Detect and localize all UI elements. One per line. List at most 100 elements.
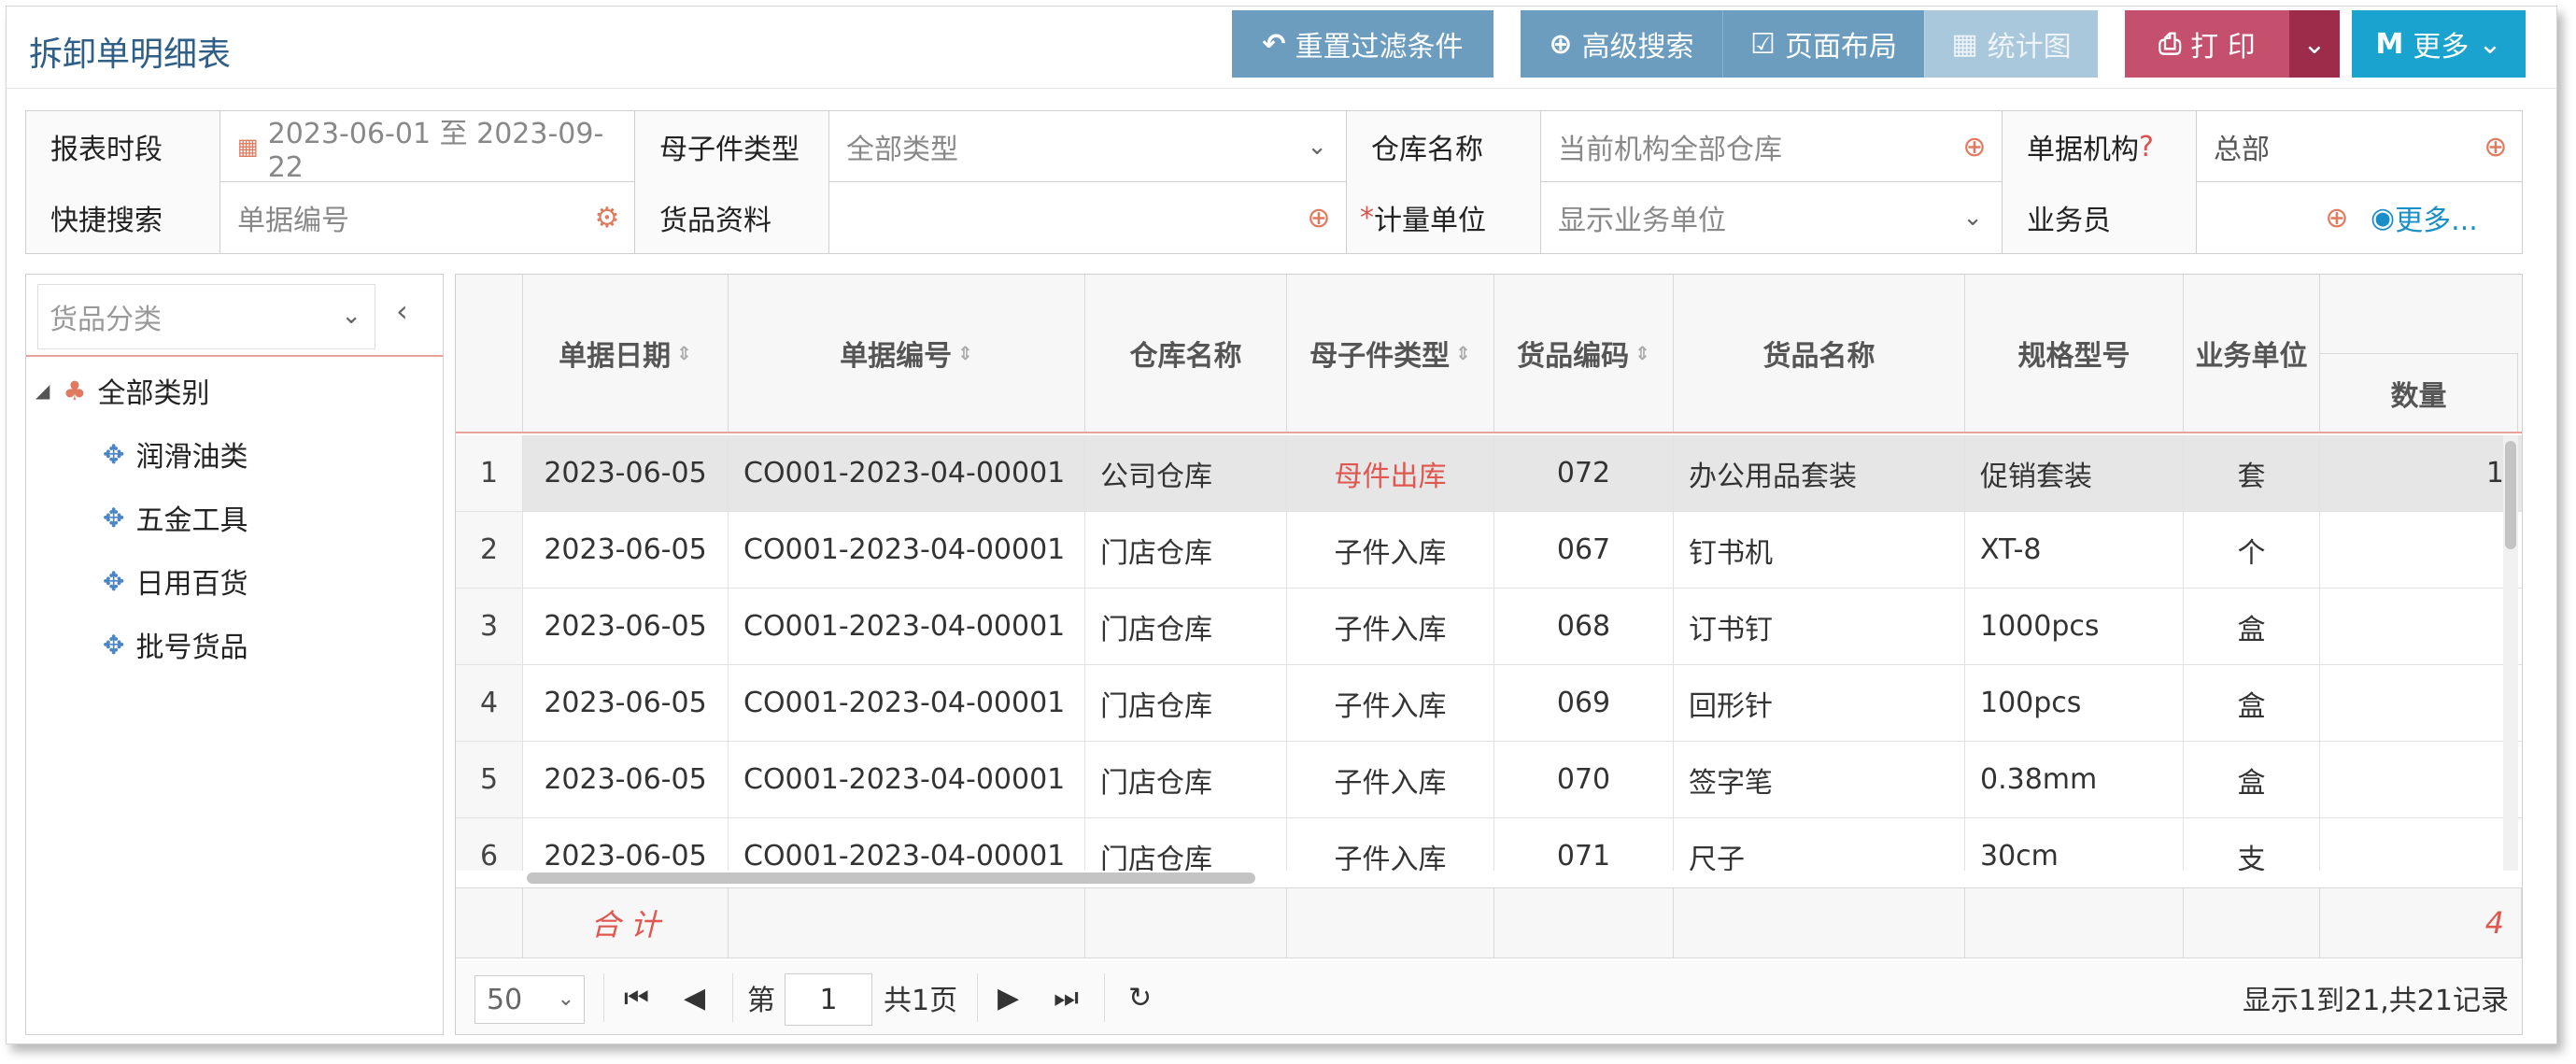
org-search-icon[interactable]: ⊕ (2468, 111, 2524, 182)
chevron-down-icon: ⌄ (1307, 133, 1327, 161)
gears-icon[interactable]: ⚙ (579, 182, 635, 253)
reset-filters-button[interactable]: ↶ 重置过滤条件 (1232, 10, 1493, 78)
warehouse-search-icon[interactable]: ⊕ (1946, 111, 2003, 182)
cell-pc-type: 子件入库 (1287, 665, 1494, 741)
cell-goods-name: 签字笔 (1674, 742, 1965, 817)
more-button[interactable]: M 更多 ⌄ (2352, 10, 2526, 78)
more-filters-link[interactable]: ◉ 更多... (2371, 182, 2520, 253)
advanced-search-button[interactable]: ⊕ 高级搜索 (1521, 10, 1722, 78)
grid-icon: ▦ (1951, 27, 1978, 61)
cell-warehouse: 门店仓库 (1085, 742, 1287, 817)
table-row[interactable]: 2 2023-06-05 CO001-2023-04-00001 门店仓库 子件… (456, 512, 2522, 589)
filter-row-2: 快捷搜索 单据编号 ⚙ 货品资料 ⊕ *计量单位 显示业务单位 ⌄ 业务员 ⊕ (26, 182, 2522, 253)
horizontal-scroll-thumb[interactable] (527, 872, 1255, 884)
print-dropdown-button[interactable]: ⌄ (2289, 10, 2340, 78)
cell-doc-no[interactable]: CO001-2023-04-00001 (729, 818, 1085, 871)
salesperson-search-icon[interactable]: ⊕ (2309, 182, 2365, 253)
refresh-icon[interactable]: ↻ (1128, 960, 1152, 1034)
page-prefix: 第 (747, 985, 775, 1017)
header-unit[interactable]: 业务单位 (2184, 275, 2320, 432)
tree-expanded-icon[interactable]: ◢ (35, 379, 50, 402)
vertical-scrollbar[interactable] (2503, 435, 2518, 871)
header-goods-name-label: 货品名称 (1762, 340, 1875, 373)
header-goods-code[interactable]: 货品编码 ⇕ (1494, 275, 1674, 432)
cell-pc-type: 子件入库 (1287, 589, 1494, 664)
tree-root[interactable]: ◢ ♣ 全部类别 (35, 362, 210, 419)
table-row[interactable]: 1 2023-06-05 CO001-2023-04-00001 公司仓库 母件… (456, 435, 2522, 512)
node-icon: ✥ (103, 438, 125, 470)
horizontal-scrollbar[interactable] (527, 871, 2049, 886)
tree-item[interactable]: ✥ 五金工具 (103, 489, 248, 546)
header-date-label: 单据日期 (559, 340, 672, 373)
reset-filters-label: 重置过滤条件 (1295, 31, 1464, 64)
totals-qty: 4 (2320, 888, 2522, 958)
page-number-input[interactable]: 1 (785, 973, 872, 1026)
table-row[interactable]: 3 2023-06-05 CO001-2023-04-00001 门店仓库 子件… (456, 589, 2522, 665)
table-row[interactable]: 4 2023-06-05 CO001-2023-04-00001 门店仓库 子件… (456, 665, 2522, 742)
header-doc-no[interactable]: 单据编号 ⇕ (729, 275, 1085, 432)
filter-panel: 报表时段 ▦ 2023-06-01 至 2023-09-22 母子件类型 全部类… (25, 110, 2523, 254)
warehouse-label: 仓库名称 (1347, 111, 1541, 182)
quick-search-input[interactable]: 单据编号 (220, 182, 635, 253)
cell-pc-type: 子件入库 (1287, 512, 1494, 588)
tree-item[interactable]: ✥ 润滑油类 (103, 426, 248, 482)
header-pc-type[interactable]: 母子件类型 ⇕ (1287, 275, 1494, 432)
cell-doc-no[interactable]: CO001-2023-04-00001 (729, 589, 1085, 664)
header-unit-label: 业务单位 (2195, 340, 2308, 373)
table-row[interactable]: 5 2023-06-05 CO001-2023-04-00001 门店仓库 子件… (456, 742, 2522, 818)
grid-body: 1 2023-06-05 CO001-2023-04-00001 公司仓库 母件… (456, 435, 2522, 871)
row-number: 1 (456, 435, 523, 511)
unit-select[interactable]: 显示业务单位 ⌄ (1541, 182, 2003, 253)
undo-icon: ↶ (1262, 27, 1286, 61)
vertical-scroll-thumb[interactable] (2505, 441, 2516, 549)
warehouse-placeholder: 当前机构全部仓库 (1558, 134, 1782, 166)
quick-search-placeholder: 单据编号 (237, 205, 349, 237)
tree-item[interactable]: ✥ 批号货品 (103, 617, 248, 673)
calendar-icon: ▦ (237, 134, 259, 160)
cell-doc-no[interactable]: CO001-2023-04-00001 (729, 742, 1085, 817)
header-goods-name[interactable]: 货品名称 (1674, 275, 1965, 432)
page-layout-button[interactable]: ☑ 页面布局 (1722, 10, 1924, 78)
category-select[interactable]: 货品分类 ⌄ (37, 284, 375, 349)
sitemap-icon: ♣ (63, 375, 87, 406)
cell-warehouse: 门店仓库 (1085, 512, 1287, 588)
header-qty[interactable]: 数量 (2320, 353, 2518, 432)
last-page-icon[interactable]: ⏭ (1054, 960, 1079, 1034)
cell-warehouse: 门店仓库 (1085, 589, 1287, 664)
filter-row-1: 报表时段 ▦ 2023-06-01 至 2023-09-22 母子件类型 全部类… (26, 111, 2524, 184)
cell-goods-code: 070 (1494, 742, 1674, 817)
prev-page-icon[interactable]: ◀ (684, 960, 705, 1034)
cell-goods-name: 钉书机 (1674, 512, 1965, 588)
statistics-chart-button[interactable]: ▦ 统计图 (1924, 10, 2098, 78)
header-date[interactable]: 单据日期 ⇕ (523, 275, 729, 432)
goods-field[interactable] (829, 182, 1347, 253)
totals-cell (1085, 888, 1287, 958)
help-mark[interactable]: ? (2139, 131, 2154, 163)
header-spec[interactable]: 规格型号 (1965, 275, 2184, 432)
report-window: 拆卸单明细表 ↶ 重置过滤条件 ⊕ 高级搜索 ☑ 页面布局 ▦ 统计图 ⎙ 打 … (6, 6, 2557, 1044)
row-number: 4 (456, 665, 523, 741)
report-period-field[interactable]: ▦ 2023-06-01 至 2023-09-22 (220, 111, 635, 184)
collapse-panel-icon[interactable]: ‹ (396, 293, 408, 329)
totals-cell (1674, 888, 1965, 958)
cell-qty (2320, 589, 2518, 664)
cell-doc-no[interactable]: CO001-2023-04-00001 (729, 435, 1085, 511)
grid-header: 单据日期 ⇕ 单据编号 ⇕ 仓库名称 母子件类型 ⇕ 货品编码 ⇕ 货品名称 规格型号 … (456, 275, 2522, 433)
cell-doc-no[interactable]: CO001-2023-04-00001 (729, 665, 1085, 741)
row-number: 5 (456, 742, 523, 817)
cell-goods-name: 回形针 (1674, 665, 1965, 741)
parent-child-type-select[interactable]: 全部类型 ⌄ (829, 111, 1347, 182)
next-page-icon[interactable]: ▶ (998, 960, 1019, 1034)
page-size-select[interactable]: 50 ⌄ (474, 975, 585, 1024)
header-warehouse[interactable]: 仓库名称 (1085, 275, 1287, 432)
category-select-placeholder: 货品分类 (50, 304, 162, 336)
cell-doc-no[interactable]: CO001-2023-04-00001 (729, 512, 1085, 588)
table-row[interactable]: 6 2023-06-05 CO001-2023-04-00001 门店仓库 子件… (456, 818, 2522, 871)
tree-item[interactable]: ✥ 日用百货 (103, 553, 248, 609)
cell-date: 2023-06-05 (523, 512, 729, 588)
print-button[interactable]: ⎙ 打 印 (2125, 10, 2289, 78)
goods-search-icon[interactable]: ⊕ (1291, 182, 1347, 253)
warehouse-field[interactable]: 当前机构全部仓库 (1541, 111, 2003, 182)
first-page-icon[interactable]: ⏮ (624, 960, 649, 1034)
cell-qty (2320, 512, 2518, 588)
